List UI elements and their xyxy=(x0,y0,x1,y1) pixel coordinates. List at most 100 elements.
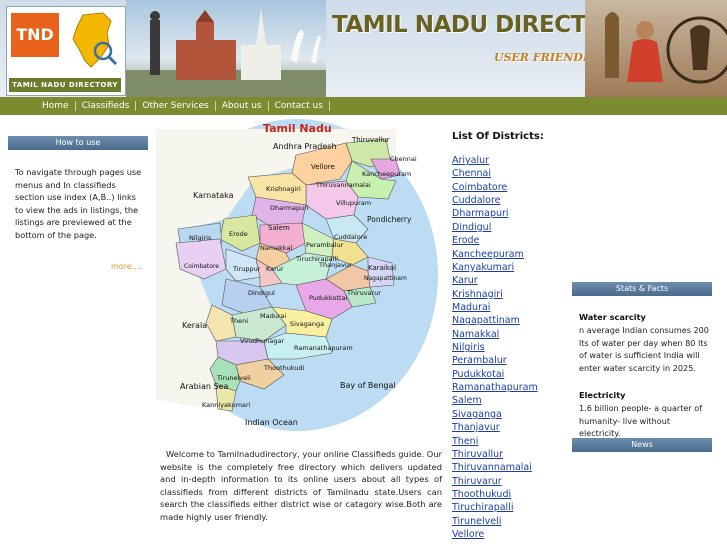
how-to-use-text: To navigate through pages use menus and … xyxy=(15,167,142,240)
map-label-tirunelveli: Tirunelveli xyxy=(216,374,251,382)
district-item: Namakkal xyxy=(452,328,538,341)
district-item: Ramanathapuram xyxy=(452,381,538,394)
district-item: Tirunelveli xyxy=(452,515,538,528)
map-label-kerala: Kerala xyxy=(182,321,207,330)
main-nav: Home Classifieds Other Services About us… xyxy=(0,97,727,115)
district-link[interactable]: Theni xyxy=(452,436,478,447)
district-item: Madurai xyxy=(452,301,538,314)
nav-contact-us[interactable]: Contact us xyxy=(269,101,330,111)
stats-facts-header: Stats & Facts xyxy=(572,282,712,296)
map-label-virudhunagar: Virudhunagar xyxy=(240,337,284,345)
district-item: Tiruchirapalli xyxy=(452,501,538,514)
district-link[interactable]: Karur xyxy=(452,275,478,286)
map-label-thiruvarur: Thiruvarur xyxy=(346,289,381,297)
nav-about-us[interactable]: About us xyxy=(216,101,269,111)
map-label-sivaganga: Sivaganga xyxy=(290,320,324,328)
map-label-andhra: Andhra Pradesh xyxy=(273,142,337,151)
site-logo[interactable]: TND TAMIL NADU DIRECTORY xyxy=(6,6,126,96)
map-label-coimbatore: Coimbatore xyxy=(184,263,219,270)
district-item: Thoothukudi xyxy=(452,488,538,501)
map-label-thoothukudi: Thoothukudi xyxy=(263,364,305,372)
map-label-madurai: Madurai xyxy=(260,312,286,320)
map-label-theni: Theni xyxy=(229,317,248,325)
map-label-dindigul: Dindigul xyxy=(248,289,275,297)
district-link[interactable]: Ariyalur xyxy=(452,155,489,166)
map-label-karur: Karur xyxy=(266,265,284,273)
district-link[interactable]: Thiruvallur xyxy=(452,449,503,460)
map-label-thiruvannamalai: Thiruvannamalai xyxy=(315,181,371,189)
more-link[interactable]: more.... xyxy=(111,262,142,271)
district-link[interactable]: Tiruchirapalli xyxy=(452,502,513,513)
district-link[interactable]: Thiruvarur xyxy=(452,476,502,487)
district-link[interactable]: Salem xyxy=(452,395,482,406)
map-label-villupuram: Villupuram xyxy=(336,199,371,207)
header-banner: TND TAMIL NADU DIRECTORY TAMIL NADU DIRE… xyxy=(0,0,727,98)
tamil-nadu-map[interactable]: Tamil Nadu Andhra Pradesh Karnataka Kera… xyxy=(156,119,438,431)
district-link[interactable]: Dindigul xyxy=(452,222,491,233)
district-item: Thiruvannamalai xyxy=(452,461,538,474)
district-item: Theni xyxy=(452,435,538,448)
map-label-nagapattinam: Nagapattinam xyxy=(364,275,407,282)
district-link[interactable]: Perambalur xyxy=(452,355,507,366)
map-label-perambalur: Perambalur xyxy=(306,241,344,249)
district-item: Kanyakumari xyxy=(452,261,538,274)
district-link[interactable]: Namakkal xyxy=(452,329,499,340)
district-link[interactable]: Thoothukudi xyxy=(452,489,511,500)
map-label-chennai: Chennai xyxy=(390,155,417,163)
fact-title-water: Water scarcity xyxy=(579,312,646,322)
district-item: Krishnagiri xyxy=(452,288,538,301)
map-label-kancheepuram: Kancheepuram xyxy=(362,170,411,178)
district-link[interactable]: Dharmapuri xyxy=(452,208,509,219)
map-label-kanniyakumari: Kanniyakumari xyxy=(202,401,251,409)
fact-text-water: n average Indian consumes 200 lts of wat… xyxy=(579,325,709,373)
nav-other-services[interactable]: Other Services xyxy=(136,101,216,111)
map-label-karaikal: Karaikal xyxy=(368,264,396,272)
nav-classifieds[interactable]: Classifieds xyxy=(76,101,137,111)
banner-photo-landmarks xyxy=(126,0,326,97)
map-label-karnataka: Karnataka xyxy=(193,191,234,200)
news-header: News xyxy=(572,438,712,452)
district-link[interactable]: Nilgiris xyxy=(452,342,485,353)
banner-photo-dance xyxy=(585,0,727,97)
district-link[interactable]: Erode xyxy=(452,235,479,246)
district-link[interactable]: Madurai xyxy=(452,302,490,313)
map-label-vellore: Vellore xyxy=(311,163,335,171)
district-link[interactable]: Vellore xyxy=(452,529,484,540)
map-title: Tamil Nadu xyxy=(263,122,332,135)
district-link[interactable]: Chennai xyxy=(452,168,491,179)
district-link[interactable]: Cuddalore xyxy=(452,195,501,206)
district-link[interactable]: Kancheepuram xyxy=(452,249,524,260)
district-item: Karur xyxy=(452,274,538,287)
map-label-cuddalore: Cuddalore xyxy=(334,233,367,241)
district-link[interactable]: Kanyakumari xyxy=(452,262,514,273)
district-item: Erode xyxy=(452,234,538,247)
map-label-indian-ocean: Indian Ocean xyxy=(245,418,298,427)
district-link[interactable]: Sivaganga xyxy=(452,409,502,420)
district-link[interactable]: Krishnagiri xyxy=(452,289,503,300)
district-item: Nagapattinam xyxy=(452,314,538,327)
district-link[interactable]: Thanjavur xyxy=(452,422,500,433)
district-item: Salem xyxy=(452,394,538,407)
district-item: Pudukkotai xyxy=(452,368,538,381)
district-link[interactable]: Coimbatore xyxy=(452,182,507,193)
map-label-krishnagiri: Krishnagiri xyxy=(266,185,301,193)
district-link[interactable]: Nagapattinam xyxy=(452,315,520,326)
map-label-namakkal: Namakkal xyxy=(260,244,293,252)
site-subtitle: USER FRIENDLY xyxy=(494,51,598,64)
district-item: Sivaganga xyxy=(452,408,538,421)
map-label-thanjavur: Thanjavur xyxy=(318,261,352,269)
nav-home[interactable]: Home xyxy=(36,101,76,111)
district-link[interactable]: Thiruvannamalai xyxy=(452,462,532,473)
district-item: Nilgiris xyxy=(452,341,538,354)
map-label-bay-of-bengal: Bay of Bengal xyxy=(340,381,396,390)
district-item: Thanjavur xyxy=(452,421,538,434)
map-label-ramanathapuram: Ramanathapuram xyxy=(294,344,353,352)
district-item: Cuddalore xyxy=(452,194,538,207)
logo-mark: TND xyxy=(11,13,59,57)
district-link[interactable]: Pudukkotai xyxy=(452,369,504,380)
welcome-text: Welcome to Tamilnadudirectory, your onli… xyxy=(160,449,442,522)
district-link[interactable]: Ramanathapuram xyxy=(452,382,538,393)
map-label-thiruvallur: Thiruvallur xyxy=(351,136,390,144)
district-item: Kancheepuram xyxy=(452,248,538,261)
district-link[interactable]: Tirunelveli xyxy=(452,516,501,527)
